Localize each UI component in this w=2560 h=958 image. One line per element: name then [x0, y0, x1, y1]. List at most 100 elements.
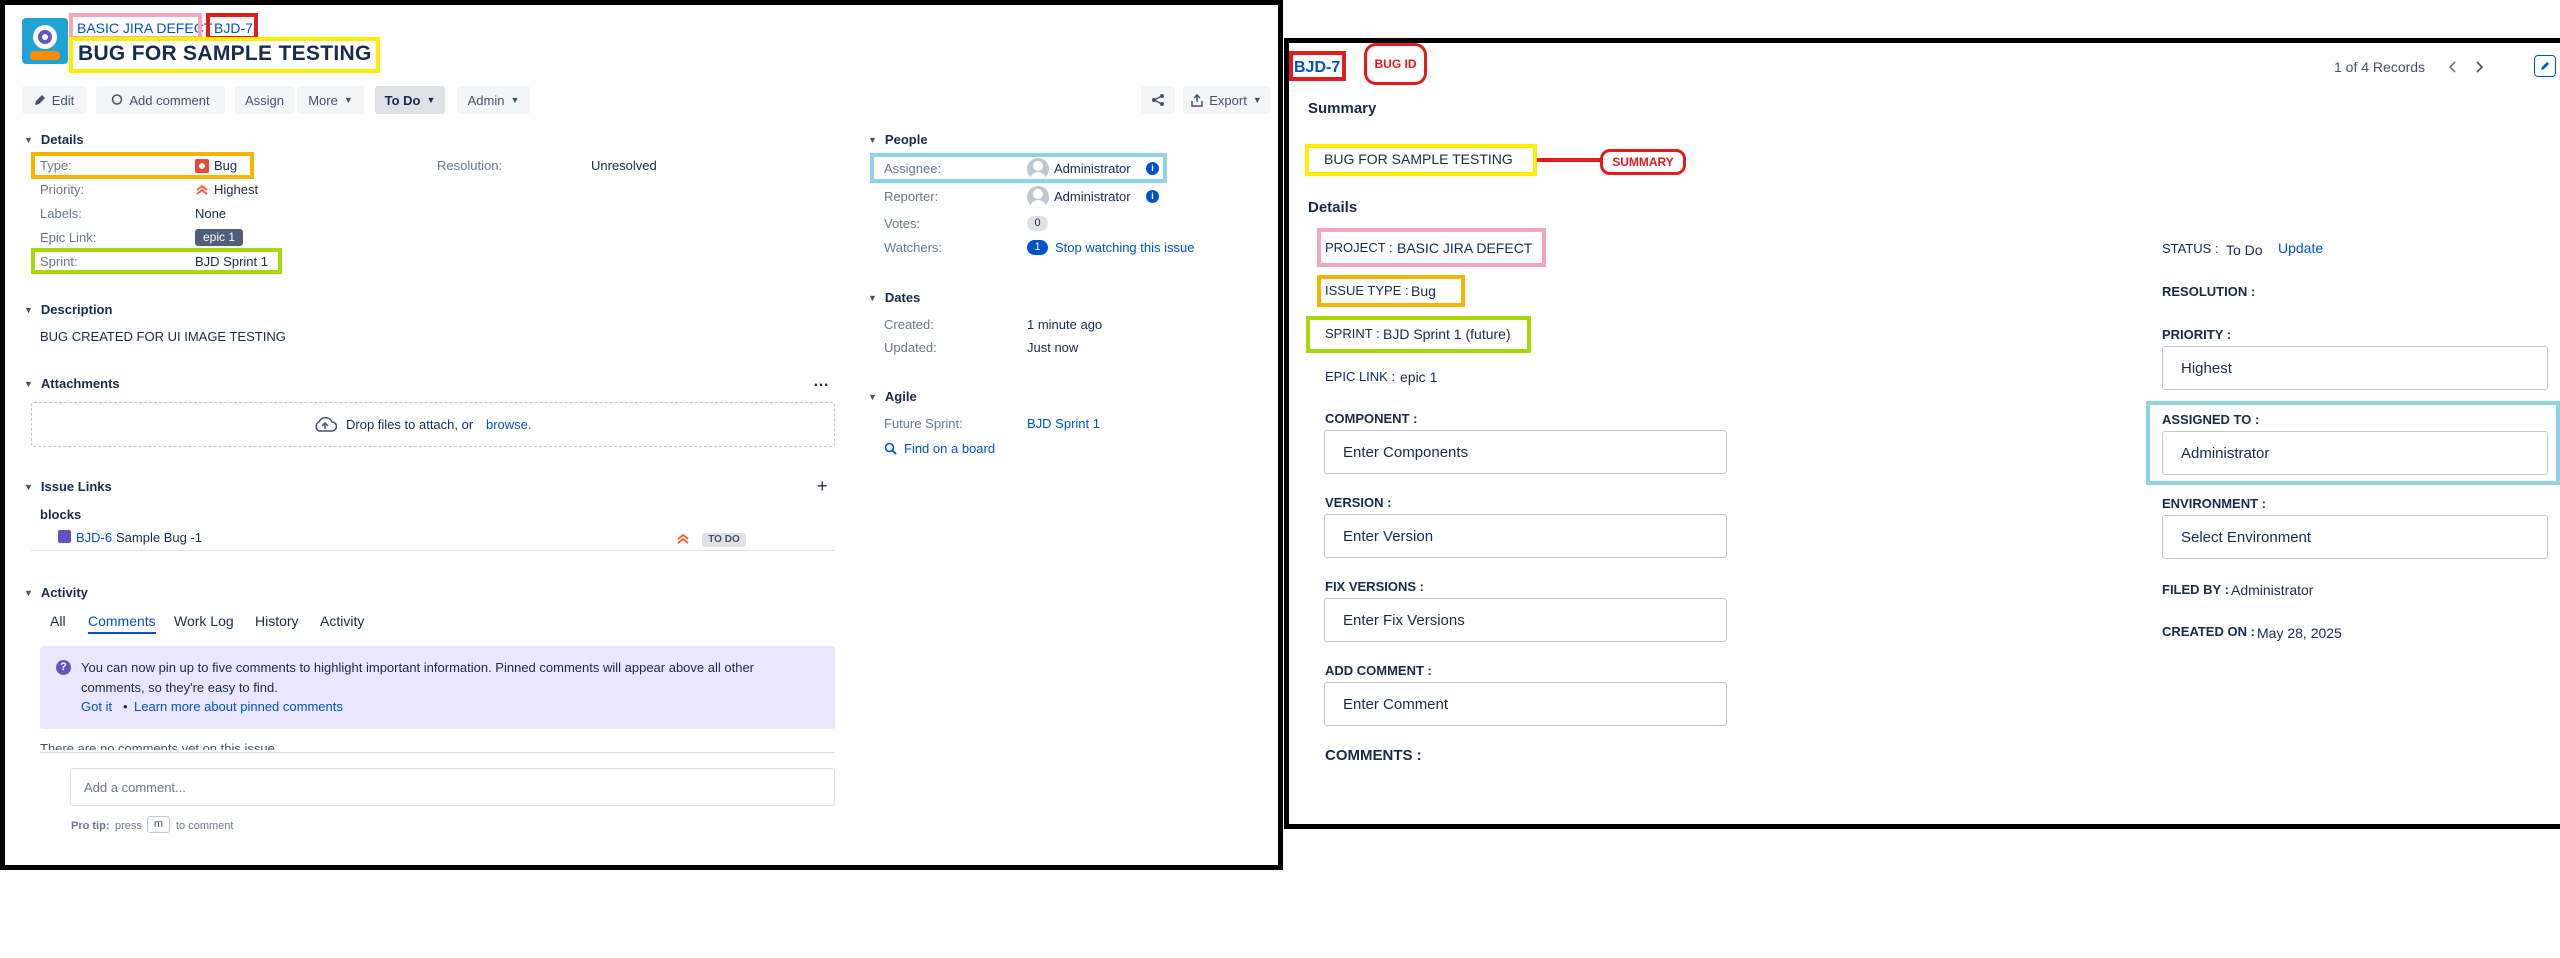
- pro-tip-end: to comment: [176, 820, 234, 832]
- details-heading-text: Details: [40, 132, 84, 147]
- description-text[interactable]: BUG CREATED FOR UI IMAGE TESTING: [40, 329, 286, 345]
- project-avatar-icon[interactable]: [22, 18, 68, 64]
- browse-link[interactable]: browse.: [486, 417, 532, 433]
- chevron-right-icon[interactable]: [2474, 61, 2484, 73]
- add-comment-placeholder: Add a comment...: [84, 780, 186, 795]
- more-button[interactable]: More ▼: [297, 86, 364, 114]
- created-on-label: CREATED ON :: [2162, 624, 2255, 639]
- watchers-label: Watchers:: [884, 240, 943, 255]
- attachments-more-button[interactable]: …: [813, 374, 829, 390]
- highlight-type: [31, 152, 254, 179]
- chevron-down-icon: ▼: [343, 95, 353, 105]
- pro-tip-key: m: [147, 816, 170, 833]
- priority-label: Priority:: [40, 182, 85, 197]
- details-section-heading[interactable]: ▼ Details: [24, 132, 84, 147]
- share-icon: [1152, 94, 1164, 106]
- linked-issue-key[interactable]: BJD-6: [76, 530, 112, 546]
- created-label: Created:: [884, 317, 934, 332]
- cloud-upload-icon: [315, 416, 337, 432]
- environment-select[interactable]: Select Environment: [2162, 515, 2548, 559]
- highlight-bug-id: [1289, 51, 1346, 81]
- activity-heading-text: Activity: [40, 585, 88, 600]
- tab-activity[interactable]: Activity: [320, 613, 364, 629]
- highlight-sprint-field: [1306, 316, 1531, 353]
- status-dropdown-button[interactable]: To Do ▼: [375, 86, 445, 114]
- version-input[interactable]: Enter Version: [1324, 514, 1727, 558]
- filed-by-label: FILED BY :: [2162, 582, 2229, 597]
- status-button-label: To Do: [384, 92, 421, 108]
- dates-section-heading[interactable]: ▼ Dates: [868, 290, 920, 305]
- no-comments-text: There are no comments yet on this issue.: [40, 741, 279, 750]
- info-separator: •: [123, 699, 128, 714]
- add-comment-field[interactable]: Enter Comment: [1324, 682, 1727, 726]
- environment-select-placeholder: Select Environment: [2181, 528, 2312, 546]
- find-on-board-link[interactable]: Find on a board: [904, 441, 995, 457]
- learn-more-link[interactable]: Learn more about pinned comments: [134, 699, 343, 715]
- tab-all[interactable]: All: [50, 613, 66, 629]
- component-input[interactable]: Enter Components: [1324, 430, 1727, 474]
- export-icon: [1191, 93, 1203, 107]
- highlight-title: [69, 37, 380, 73]
- priority-select[interactable]: Highest: [2162, 346, 2548, 390]
- priority-highest-icon: [677, 533, 689, 544]
- reporter-value[interactable]: Administrator: [1054, 189, 1131, 205]
- votes-label: Votes:: [884, 216, 921, 231]
- pro-tip-text: press: [115, 820, 142, 832]
- epic-link-lozenge[interactable]: epic 1: [195, 229, 243, 246]
- description-section-heading[interactable]: ▼ Description: [24, 302, 112, 317]
- chevron-down-icon: ▼: [24, 379, 33, 389]
- agile-section-heading[interactable]: ▼ Agile: [868, 389, 917, 404]
- avatar: [1027, 186, 1049, 208]
- version-label: VERSION :: [1325, 495, 1392, 510]
- edit-button[interactable]: Edit: [22, 86, 86, 114]
- votes-badge[interactable]: 0: [1027, 216, 1048, 231]
- admin-button-label: Admin: [467, 92, 505, 108]
- status-update-link[interactable]: Update: [2278, 240, 2323, 256]
- priority-highest-icon: [196, 184, 208, 195]
- priority-select-value: Highest: [2181, 359, 2232, 377]
- updated-value: Just now: [1027, 340, 1079, 355]
- pro-tip-key-text: m: [153, 818, 164, 830]
- votes-count: 0: [1034, 217, 1041, 229]
- people-section-heading[interactable]: ▼ People: [868, 132, 928, 147]
- labels-value: None: [195, 206, 227, 221]
- issue-links-section-heading[interactable]: ▼ Issue Links: [24, 479, 112, 494]
- highlight-project-field: [1317, 228, 1546, 267]
- share-button[interactable]: [1141, 86, 1175, 114]
- add-issue-link-button[interactable]: +: [817, 476, 828, 496]
- link-relation-label: blocks: [40, 507, 82, 522]
- linked-issue-summary[interactable]: Sample Bug -1: [116, 530, 202, 546]
- assign-button[interactable]: Assign: [235, 86, 294, 114]
- labels-label: Labels:: [40, 206, 82, 221]
- add-comment-label: ADD COMMENT :: [1325, 663, 1432, 678]
- activity-section-heading[interactable]: ▼ Activity: [24, 585, 88, 600]
- epic-lozenge-text: epic 1: [202, 230, 236, 244]
- fix-versions-placeholder: Enter Fix Versions: [1343, 611, 1465, 629]
- description-heading-text: Description: [40, 302, 113, 317]
- attachments-section-heading[interactable]: ▼ Attachments: [24, 376, 120, 391]
- activity-divider: [40, 752, 835, 753]
- watchers-badge[interactable]: 1: [1027, 240, 1048, 255]
- admin-button[interactable]: Admin ▼: [457, 86, 530, 114]
- tab-comments[interactable]: Comments: [88, 613, 156, 629]
- tab-work-log[interactable]: Work Log: [174, 613, 234, 629]
- summary-callout-text: SUMMARY: [1612, 155, 1674, 169]
- info-icon[interactable]: i: [1146, 190, 1159, 203]
- got-it-link[interactable]: Got it: [81, 699, 112, 715]
- reporter-label: Reporter:: [884, 189, 939, 204]
- chevron-left-icon[interactable]: [2448, 61, 2458, 73]
- status-value: To Do: [2226, 242, 2263, 258]
- fix-versions-input[interactable]: Enter Fix Versions: [1324, 598, 1727, 642]
- export-button[interactable]: Export ▼: [1183, 86, 1270, 114]
- dropzone-text: Drop files to attach, or: [346, 417, 474, 432]
- highlight-project: [69, 13, 202, 40]
- filed-by-value: Administrator: [2231, 582, 2314, 598]
- resolution-value: Unresolved: [591, 158, 657, 173]
- stop-watching-link[interactable]: Stop watching this issue: [1055, 240, 1194, 256]
- edit-icon[interactable]: [2534, 55, 2556, 77]
- future-sprint-link[interactable]: BJD Sprint 1: [1027, 416, 1100, 432]
- dates-heading-text: Dates: [884, 290, 921, 305]
- tab-history[interactable]: History: [255, 613, 299, 629]
- bug-id-callout-text: BUG ID: [1374, 57, 1417, 71]
- add-comment-button[interactable]: Add comment: [96, 86, 225, 114]
